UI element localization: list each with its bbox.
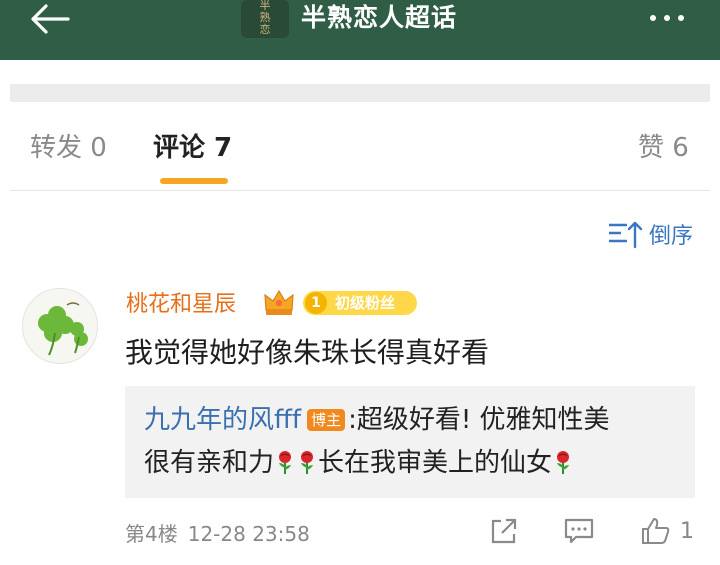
rose-icon [552, 449, 574, 475]
topic-logo[interactable]: 半 熟 恋 [241, 0, 289, 38]
page-title: 半熟恋人超话 [301, 3, 458, 32]
sort-order-button[interactable]: 倒序 [607, 218, 693, 250]
reply-box[interactable]: 九九年的风fff 博主:超级好看! 优雅知性美 很有亲和力 长在我审美上的仙女 [125, 386, 695, 498]
comment-username[interactable]: 桃花和星辰 [126, 290, 236, 320]
like-icon[interactable] [640, 516, 672, 550]
reply-line: 九九年的风fff 博主:超级好看! 优雅知性美 [144, 402, 610, 438]
tab-comments[interactable]: 评论 7 [153, 128, 232, 168]
section-separator [10, 84, 710, 102]
reply-icon[interactable] [563, 516, 595, 550]
tab-reposts[interactable]: 转发 0 [30, 128, 107, 168]
reply-username[interactable]: 九九年的风fff [144, 405, 301, 435]
reply-text: 很有亲和力 [144, 448, 275, 478]
fan-level-number: 1 [305, 292, 327, 314]
crown-icon [262, 286, 296, 318]
rose-icon [274, 449, 296, 475]
fan-level-label: 初级粉丝 [335, 294, 396, 312]
divider [10, 190, 710, 191]
back-arrow-icon[interactable] [28, 2, 72, 36]
header-card [10, 60, 710, 84]
comment-meta: 第4楼 12-28 23:58 [125, 520, 320, 548]
fan-level-badge[interactable]: 1 初级粉丝 [303, 291, 417, 315]
author-badge: 博主 [307, 409, 346, 431]
reply-line: 很有亲和力 长在我审美上的仙女 [144, 445, 574, 481]
more-icon[interactable] [646, 6, 694, 30]
comment-text: 我觉得她好像朱珠长得真好看 [125, 336, 490, 369]
timestamp: 12-28 23:58 [187, 522, 310, 546]
like-count[interactable]: 1 [680, 518, 694, 546]
logo-char: 恋 [259, 23, 271, 36]
top-bar: 半 熟 恋 半熟恋人超话 [0, 0, 720, 60]
rose-icon [296, 449, 318, 475]
avatar[interactable] [22, 288, 98, 364]
reply-text: :超级好看! 优雅知性美 [348, 405, 610, 435]
reply-text: 长在我审美上的仙女 [318, 448, 553, 478]
tab-likes[interactable]: 赞 6 [638, 128, 689, 168]
share-icon[interactable] [489, 516, 519, 550]
sort-icon [609, 221, 643, 249]
active-tab-indicator [160, 178, 228, 184]
sort-label: 倒序 [649, 224, 694, 249]
floor-number: 第4楼 [125, 522, 178, 546]
